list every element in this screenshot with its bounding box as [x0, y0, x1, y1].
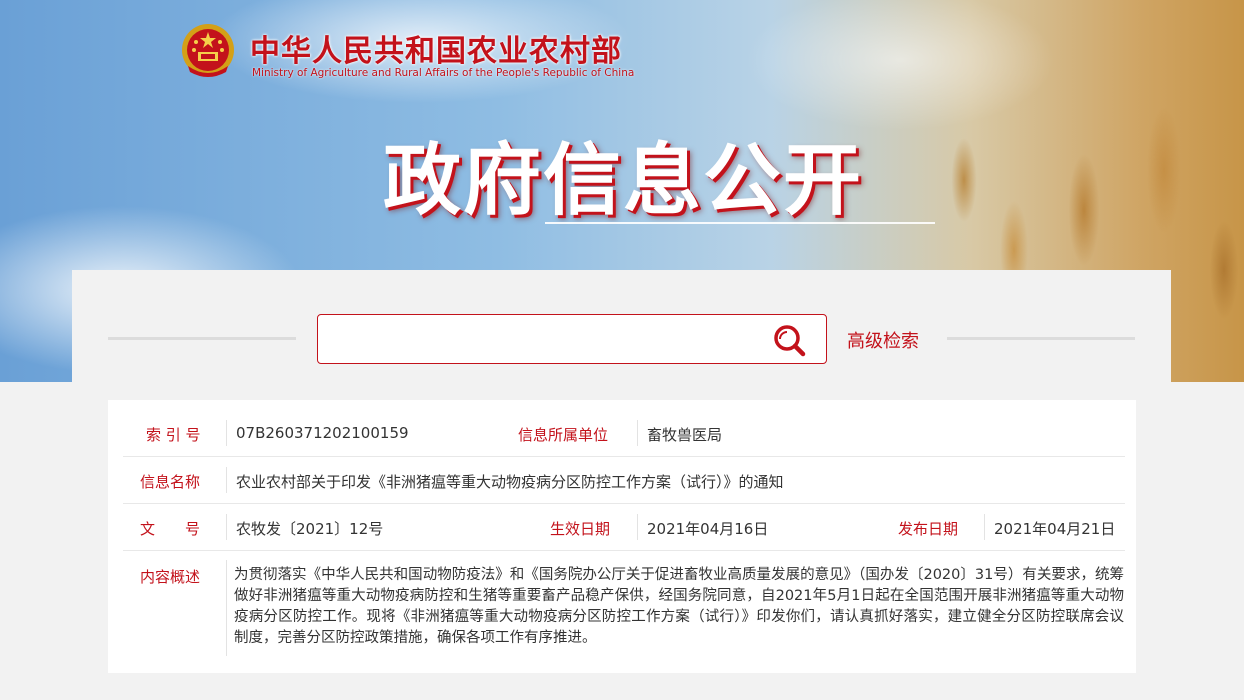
name-value: 农业农村部关于印发《非洲猪瘟等重大动物疫病分区防控工作方案（试行）》的通知: [236, 473, 784, 491]
search-box: [317, 314, 827, 364]
column-divider: [226, 420, 227, 446]
site-subtitle: Ministry of Agriculture and Rural Affair…: [252, 67, 635, 79]
row-separator: [123, 503, 1125, 504]
publish-date-value: 2021年04月21日: [994, 520, 1116, 538]
info-table: 索 引 号 07B260371202100159 信息所属单位 畜牧兽医局 信息…: [108, 400, 1136, 673]
unit-value: 畜牧兽医局: [647, 426, 723, 444]
banner-divider: [545, 222, 935, 224]
search-divider-left: [108, 337, 296, 340]
name-label: 信息名称: [140, 473, 201, 491]
search-icon[interactable]: [770, 322, 810, 358]
effective-date-label: 生效日期: [550, 520, 611, 538]
summary-label: 内容概述: [140, 568, 201, 586]
column-divider: [637, 420, 638, 446]
column-divider: [226, 467, 227, 493]
search-divider-right: [947, 337, 1135, 340]
advanced-search-link[interactable]: 高级检索: [847, 327, 919, 353]
site-title: 中华人民共和国农业农村部: [250, 34, 622, 69]
row-separator: [123, 456, 1125, 457]
banner-title: 政府信息公开: [383, 136, 864, 226]
column-divider: [226, 514, 227, 540]
column-divider: [984, 514, 985, 540]
column-divider: [226, 560, 227, 656]
content-panel: 高级检索 索 引 号 07B260371202100159 信息所属单位 畜牧兽…: [72, 270, 1171, 700]
column-divider: [637, 514, 638, 540]
search-input[interactable]: [328, 323, 762, 357]
row-separator: [123, 550, 1125, 551]
effective-date-value: 2021年04月16日: [647, 520, 769, 538]
national-emblem-icon: [182, 24, 234, 77]
publish-date-label: 发布日期: [898, 520, 959, 538]
unit-label: 信息所属单位: [518, 426, 609, 444]
docno-label: 文 号: [140, 520, 201, 538]
index-value: 07B260371202100159: [236, 424, 409, 442]
docno-value: 农牧发〔2021〕12号: [236, 520, 384, 538]
index-label: 索 引 号: [146, 426, 201, 444]
summary-text: 为贯彻落实《中华人民共和国动物防疫法》和《国务院办公厅关于促进畜牧业高质量发展的…: [234, 567, 1124, 646]
